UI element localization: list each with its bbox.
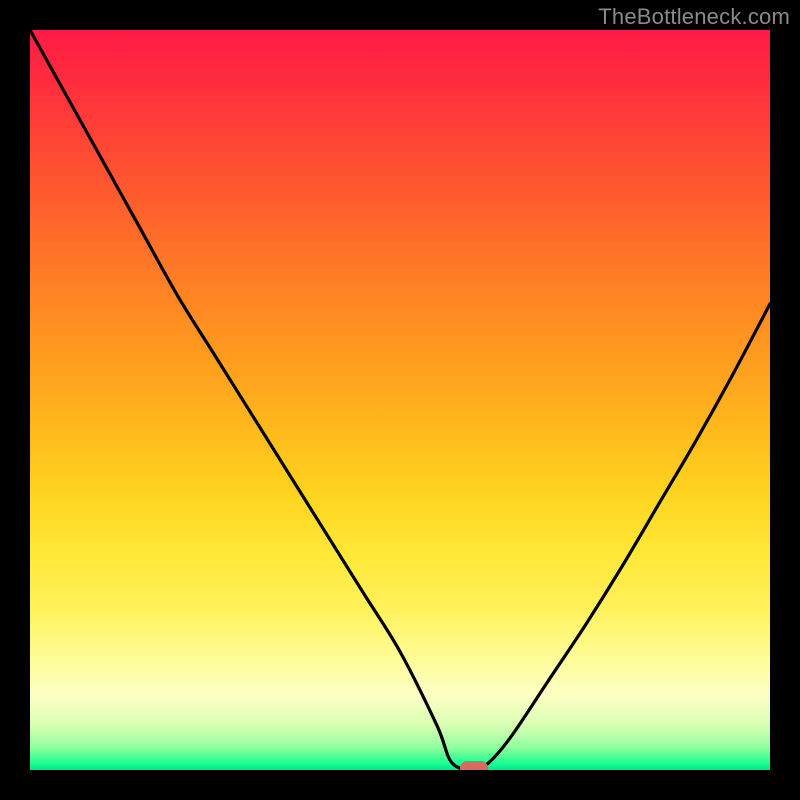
bottleneck-curve [30,30,770,770]
chart-frame: TheBottleneck.com [0,0,800,800]
curve-path [30,30,770,770]
optimum-marker [460,761,488,770]
watermark-text: TheBottleneck.com [598,4,790,30]
plot-area [30,30,770,770]
